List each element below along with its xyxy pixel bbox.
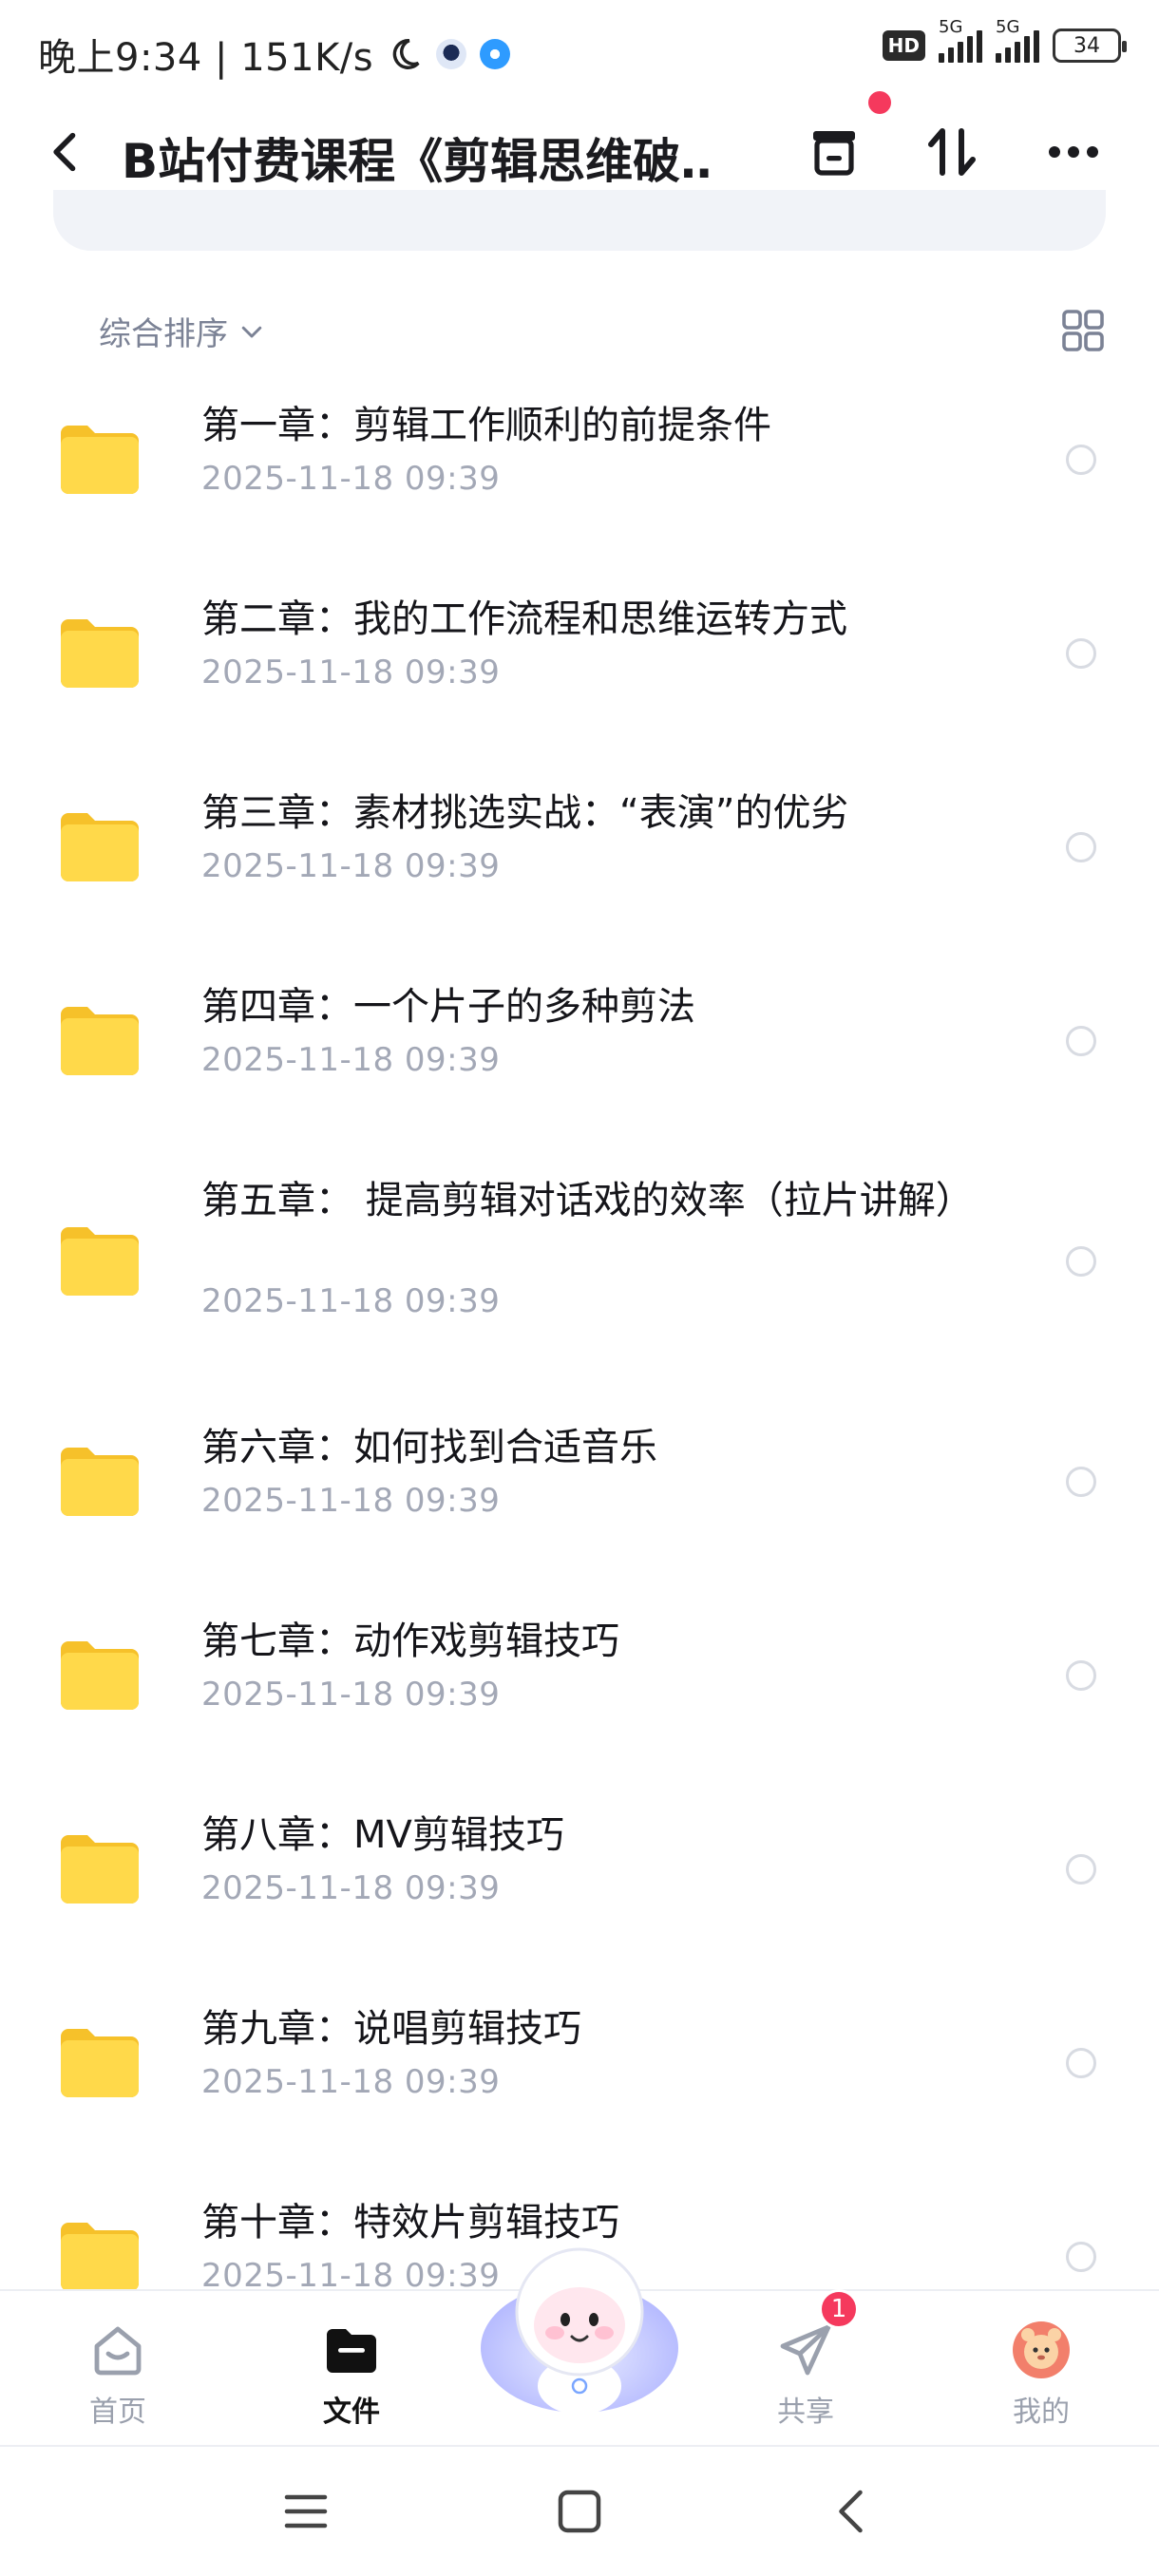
battery-icon: 34 <box>1053 28 1127 63</box>
file-date: 2025-11-18 09:39 <box>201 1869 501 1907</box>
home-square-icon[interactable] <box>551 2483 608 2540</box>
back-icon[interactable] <box>42 127 91 177</box>
select-checkbox[interactable] <box>1066 1467 1096 1497</box>
home-icon <box>94 2326 142 2376</box>
page-title: B站付费课程《剪辑思维破… <box>122 134 711 189</box>
grid-view-icon[interactable] <box>1060 308 1106 353</box>
file-name: 第八章：MV剪辑技巧 <box>201 1813 564 1857</box>
tab-mine[interactable]: 我的 <box>965 2291 1117 2443</box>
share-plane-icon <box>780 2324 831 2376</box>
hd-voice-icon: HD <box>882 30 925 61</box>
avatar-icon <box>1013 2321 1070 2378</box>
file-row[interactable]: 第七章：动作戏剪辑技巧 2025-11-18 09:39 <box>0 1581 1159 1774</box>
transfer-box-icon[interactable] <box>804 122 864 182</box>
assistant-mascot-icon[interactable] <box>477 2234 682 2420</box>
tab-files[interactable]: 文件 <box>276 2291 428 2443</box>
tab-share[interactable]: 共享 <box>730 2291 882 2443</box>
file-name: 第一章：剪辑工作顺利的前提条件 <box>201 404 771 447</box>
select-checkbox[interactable] <box>1066 1660 1096 1691</box>
folder-icon <box>61 426 139 494</box>
file-name: 第九章：说唱剪辑技巧 <box>201 2007 581 2051</box>
file-date: 2025-11-18 09:39 <box>201 460 501 498</box>
top-nav: B站付费课程《剪辑思维破… <box>0 104 1159 199</box>
system-nav-bar <box>0 2445 1159 2576</box>
file-name: 第三章：素材挑选实战：“表演”的优劣 <box>201 791 849 835</box>
file-row[interactable]: 第四章：一个片子的多种剪法 2025-11-18 09:39 <box>0 946 1159 1140</box>
file-row[interactable]: 第五章： 提高剪辑对话戏的效率（拉片讲解） 2025-11-18 09:39 <box>0 1140 1159 1387</box>
folder-icon <box>61 1227 139 1296</box>
file-row[interactable]: 第二章：我的工作流程和思维运转方式 2025-11-18 09:39 <box>0 559 1159 752</box>
file-name: 第七章：动作戏剪辑技巧 <box>201 1619 619 1663</box>
more-icon[interactable] <box>1043 122 1104 182</box>
select-checkbox[interactable] <box>1066 2048 1096 2078</box>
file-row[interactable]: 第六章：如何找到合适音乐 2025-11-18 09:39 <box>0 1387 1159 1581</box>
folder-icon <box>61 2223 139 2291</box>
moon-icon <box>392 39 420 69</box>
file-date: 2025-11-18 09:39 <box>201 847 501 885</box>
folder-icon <box>327 2329 376 2373</box>
folder-icon <box>61 2029 139 2097</box>
sort-icon[interactable] <box>922 122 982 182</box>
signal-icon: 5G <box>939 17 982 63</box>
chevron-down-icon <box>241 326 262 337</box>
folder-icon <box>61 1835 139 1904</box>
sort-row: 综合排序 <box>0 300 1159 363</box>
share-badge: 1 <box>819 2289 859 2329</box>
file-name: 第四章：一个片子的多种剪法 <box>201 985 695 1029</box>
select-checkbox[interactable] <box>1066 832 1096 862</box>
menu-icon[interactable] <box>277 2483 334 2540</box>
tab-home[interactable]: 首页 <box>42 2291 194 2443</box>
folder-icon <box>61 813 139 881</box>
search-bar[interactable] <box>53 190 1106 251</box>
file-date: 2025-11-18 09:39 <box>201 2063 501 2101</box>
file-row[interactable]: 第九章：说唱剪辑技巧 2025-11-18 09:39 <box>0 1968 1159 2162</box>
folder-icon <box>61 1007 139 1075</box>
status-bar: 晚上9:34 | 151K/s HD 5G 5G 34 <box>0 0 1159 104</box>
sort-dropdown[interactable]: 综合排序 <box>99 308 266 354</box>
status-time-speed: 晚上9:34 | 151K/s <box>38 36 374 80</box>
signal-icon-2: 5G <box>996 17 1039 63</box>
file-date: 2025-11-18 09:39 <box>201 1676 501 1714</box>
file-name: 第六章：如何找到合适音乐 <box>201 1426 657 1469</box>
file-row[interactable]: 第一章：剪辑工作顺利的前提条件 2025-11-18 09:39 <box>0 365 1159 559</box>
select-checkbox[interactable] <box>1066 2242 1096 2272</box>
file-name: 第二章：我的工作流程和思维运转方式 <box>201 597 847 641</box>
file-date: 2025-11-18 09:39 <box>201 1482 501 1520</box>
file-row[interactable]: 第八章：MV剪辑技巧 2025-11-18 09:39 <box>0 1774 1159 1968</box>
select-checkbox[interactable] <box>1066 1854 1096 1885</box>
select-checkbox[interactable] <box>1066 445 1096 475</box>
file-name: 第五章： 提高剪辑对话戏的效率（拉片讲解） <box>201 1179 974 1222</box>
sort-label: 综合排序 <box>99 315 228 353</box>
notification-dot <box>868 91 891 114</box>
folder-icon <box>61 1448 139 1516</box>
select-checkbox[interactable] <box>1066 1246 1096 1277</box>
file-date: 2025-11-18 09:39 <box>201 1282 501 1320</box>
select-checkbox[interactable] <box>1066 1026 1096 1056</box>
back-triangle-icon[interactable] <box>825 2483 882 2540</box>
folder-icon <box>61 1641 139 1710</box>
folder-icon <box>61 619 139 688</box>
upload-notification-icon <box>480 39 511 69</box>
file-row[interactable]: 第三章：素材挑选实战：“表演”的优劣 2025-11-18 09:39 <box>0 752 1159 946</box>
app-notification-icon <box>436 39 467 69</box>
file-date: 2025-11-18 09:39 <box>201 1041 501 1079</box>
select-checkbox[interactable] <box>1066 638 1096 669</box>
file-date: 2025-11-18 09:39 <box>201 653 501 691</box>
